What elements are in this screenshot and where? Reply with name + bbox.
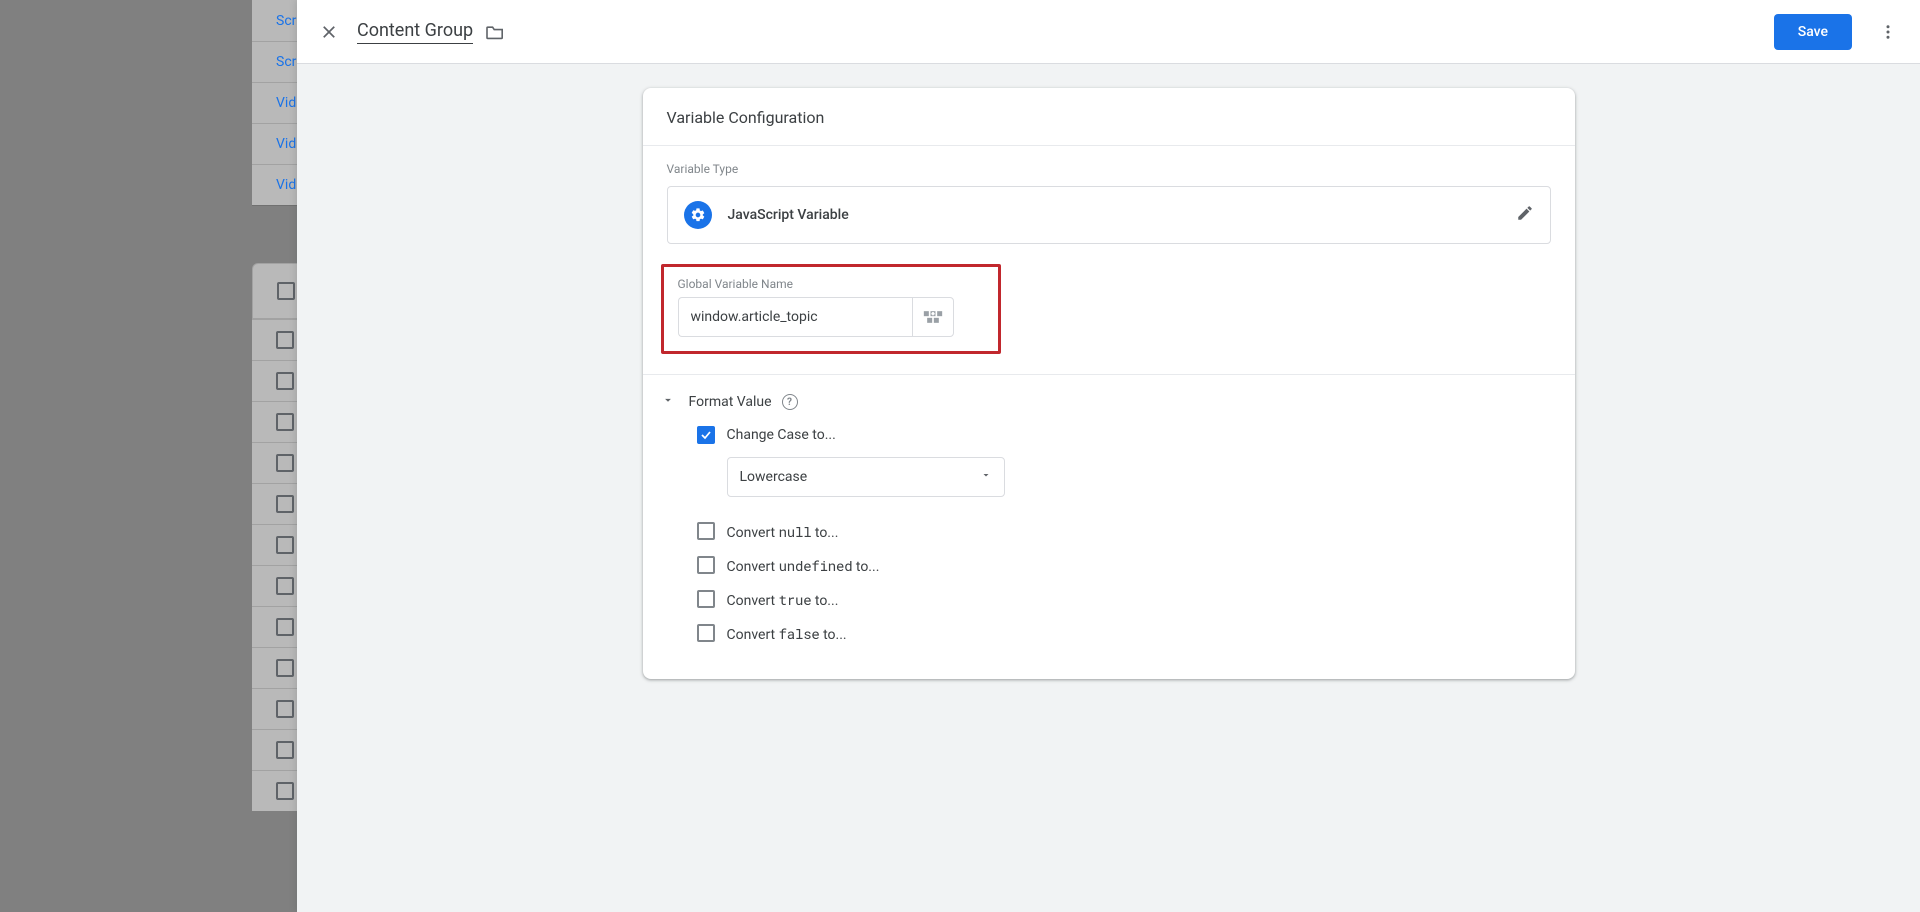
case-select-value: Lowercase xyxy=(740,469,808,485)
bg-row-text: Scr xyxy=(276,54,296,70)
close-button[interactable] xyxy=(309,12,349,52)
bg-checkbox xyxy=(276,413,294,431)
change-case-row: Change Case to... xyxy=(697,423,1551,447)
convert-false-row: Convert false to... xyxy=(697,621,1551,645)
bg-checkbox xyxy=(276,782,294,800)
card-title: Variable Configuration xyxy=(643,88,1575,145)
variable-type-row[interactable]: JavaScript Variable xyxy=(667,186,1551,244)
convert-false-label: Convert false to... xyxy=(727,624,847,643)
pencil-icon xyxy=(1516,204,1534,226)
bg-row-text: Scr xyxy=(276,13,296,29)
bg-row-text: Vid xyxy=(276,95,296,111)
folder-icon[interactable] xyxy=(485,24,505,40)
format-value-title: Format Value xyxy=(689,394,772,410)
convert-undefined-checkbox[interactable] xyxy=(697,556,715,574)
panel-header: Content Group Save xyxy=(297,0,1920,64)
convert-null-row: Convert null to... xyxy=(697,519,1551,543)
help-icon[interactable]: ? xyxy=(782,394,798,410)
format-value-section: Format Value ? Change Case to... Lowerca… xyxy=(643,375,1575,679)
bg-checkbox xyxy=(276,495,294,513)
bg-checkbox xyxy=(276,331,294,349)
brick-icon xyxy=(923,310,943,324)
insert-variable-button[interactable] xyxy=(912,297,954,337)
convert-true-row: Convert true to... xyxy=(697,587,1551,611)
bg-checkbox xyxy=(276,741,294,759)
convert-undefined-label: Convert undefined to... xyxy=(727,556,880,575)
more-menu-button[interactable] xyxy=(1868,12,1908,52)
variable-type-name: JavaScript Variable xyxy=(728,207,1500,223)
slideout-panel: Content Group Save Variable Configuratio… xyxy=(297,0,1920,912)
bg-checkbox xyxy=(276,372,294,390)
change-case-checkbox[interactable] xyxy=(697,426,715,444)
bg-checkbox xyxy=(276,536,294,554)
chevron-down-icon xyxy=(661,393,679,411)
more-vert-icon xyxy=(1879,23,1897,41)
bg-checkbox xyxy=(276,618,294,636)
format-options: Change Case to... Lowercase Convert null… xyxy=(661,423,1551,645)
convert-null-checkbox[interactable] xyxy=(697,522,715,540)
convert-null-label: Convert null to... xyxy=(727,522,839,541)
format-value-toggle[interactable]: Format Value ? xyxy=(661,393,1551,411)
variable-type-section: Variable Type JavaScript Variable xyxy=(643,146,1575,264)
dropdown-arrow-icon xyxy=(980,469,992,485)
convert-true-label: Convert true to... xyxy=(727,590,839,609)
save-button[interactable]: Save xyxy=(1774,14,1852,50)
close-icon xyxy=(320,23,338,41)
bg-checkbox xyxy=(276,700,294,718)
case-select[interactable]: Lowercase xyxy=(727,457,1005,497)
change-case-label: Change Case to... xyxy=(727,427,836,443)
global-variable-input[interactable] xyxy=(678,297,912,337)
convert-false-checkbox[interactable] xyxy=(697,624,715,642)
panel-body: Variable Configuration Variable Type Jav… xyxy=(297,64,1920,912)
convert-true-checkbox[interactable] xyxy=(697,590,715,608)
global-variable-label: Global Variable Name xyxy=(678,277,984,291)
bg-checkbox xyxy=(276,454,294,472)
panel-title[interactable]: Content Group xyxy=(357,20,473,44)
bg-checkbox xyxy=(277,282,295,300)
variable-type-label: Variable Type xyxy=(667,162,1551,176)
gear-icon xyxy=(684,201,712,229)
bg-row-text: Vid xyxy=(276,177,296,193)
variable-config-card: Variable Configuration Variable Type Jav… xyxy=(643,88,1575,679)
global-variable-section: Global Variable Name xyxy=(643,264,1575,374)
convert-undefined-row: Convert undefined to... xyxy=(697,553,1551,577)
input-group xyxy=(678,297,984,337)
bg-checkbox xyxy=(276,577,294,595)
highlight-annotation: Global Variable Name xyxy=(661,264,1001,354)
bg-checkbox xyxy=(276,659,294,677)
bg-row-text: Vid xyxy=(276,136,296,152)
